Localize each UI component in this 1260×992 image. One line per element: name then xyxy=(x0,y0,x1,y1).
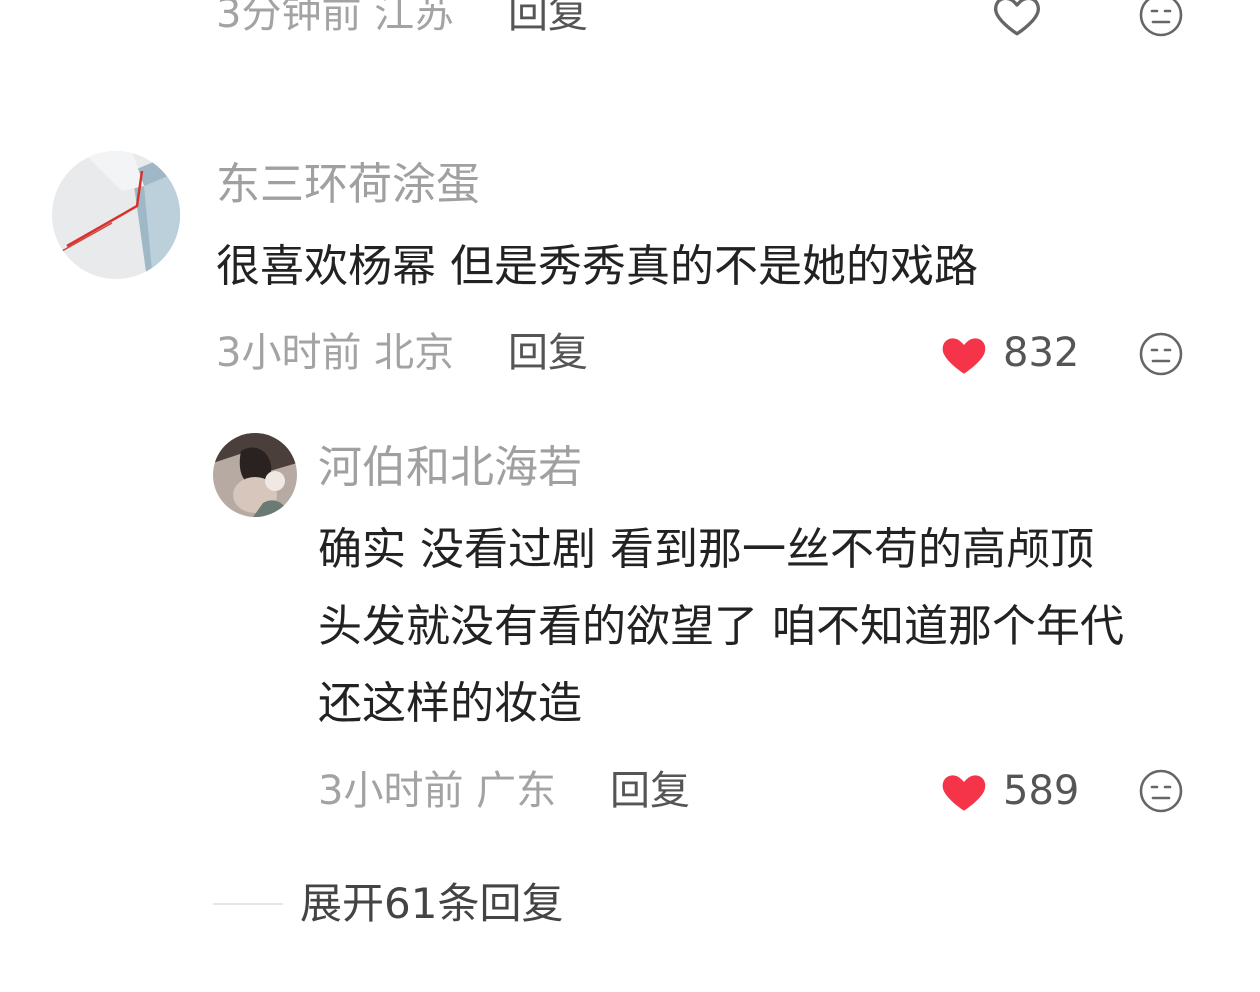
avatar[interactable] xyxy=(52,151,180,279)
heart-outline-icon[interactable] xyxy=(992,0,1042,40)
reply-button[interactable]: 回复 xyxy=(508,0,588,34)
reply-content: 确实 没看过剧 看到那一丝不苟的高颅顶 头发就没有看的欲望了 咱不知道那个年代 … xyxy=(318,511,1124,742)
dislike-face-icon[interactable] xyxy=(1138,0,1184,38)
reply-button[interactable]: 回复 xyxy=(508,333,588,373)
dislike-face-icon[interactable] xyxy=(1138,768,1184,814)
reply-time-location: 3小时前 广东 xyxy=(318,768,557,814)
heart-filled-icon[interactable] xyxy=(938,330,990,380)
reply-content-line: 还这样的妆造 xyxy=(318,678,582,729)
divider xyxy=(213,903,283,905)
avatar[interactable] xyxy=(213,433,297,517)
reply-username[interactable]: 河伯和北海若 xyxy=(318,446,582,490)
like-count: 832 xyxy=(1003,330,1080,376)
comment-content: 很喜欢杨幂 但是秀秀真的不是她的戏路 xyxy=(216,241,978,292)
dislike-face-icon[interactable] xyxy=(1138,331,1184,377)
heart-filled-icon[interactable] xyxy=(938,767,990,817)
comment-username[interactable]: 东三环荷涂蛋 xyxy=(216,163,480,207)
expand-replies-button[interactable]: 展开61条回复 xyxy=(300,883,563,925)
reply-content-line: 头发就没有看的欲望了 咱不知道那个年代 xyxy=(318,601,1124,652)
reply-content-line: 确实 没看过剧 看到那一丝不苟的高颅顶 xyxy=(318,524,1094,575)
like-count: 589 xyxy=(1003,768,1080,814)
comment-time-location: 3小时前 北京 xyxy=(216,330,455,376)
reply-button[interactable]: 回复 xyxy=(610,771,690,811)
comment-time-location: 3分钟前 江苏 xyxy=(216,0,455,37)
